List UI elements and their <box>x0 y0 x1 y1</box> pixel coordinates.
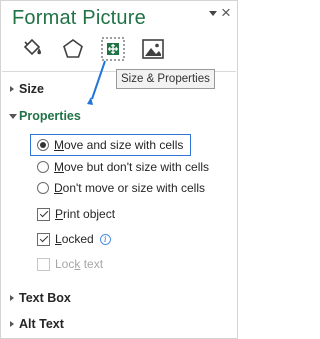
info-icon[interactable]: i <box>99 233 111 245</box>
radio-move-and-size[interactable] <box>37 139 49 151</box>
section-properties[interactable]: Properties <box>19 109 81 123</box>
expand-size-icon[interactable] <box>10 86 14 92</box>
collapse-properties-icon[interactable] <box>9 114 17 119</box>
checkbox-lock-text <box>37 257 50 271</box>
option-label: Lock text <box>55 257 104 271</box>
option-label: Locked <box>55 232 94 246</box>
checkbox-print-object[interactable] <box>37 207 50 221</box>
option-lock-text: Lock text <box>37 255 103 273</box>
option-move-no-size[interactable]: Move but don't size with cells <box>37 158 209 176</box>
section-size[interactable]: Size <box>19 82 44 96</box>
option-label: Move and size with cells <box>54 138 184 152</box>
section-alt-text[interactable]: Alt Text <box>19 317 64 331</box>
radio-move-no-size[interactable] <box>37 161 49 173</box>
format-picture-pane: Format Picture × Size & Properties Size … <box>0 0 238 339</box>
option-label: Move but don't size with cells <box>54 160 210 174</box>
expand-alttext-icon[interactable] <box>10 321 14 327</box>
option-locked[interactable]: Locked i <box>37 230 111 248</box>
expand-textbox-icon[interactable] <box>10 295 14 301</box>
option-label: Print object <box>55 207 116 221</box>
option-dont-move[interactable]: Don't move or size with cells <box>37 179 205 197</box>
radio-dont-move[interactable] <box>37 182 49 194</box>
size-properties-tooltip: Size & Properties <box>116 69 215 89</box>
option-label: Don't move or size with cells <box>54 181 206 195</box>
option-move-and-size[interactable]: Move and size with cells <box>37 136 183 154</box>
checkbox-locked[interactable] <box>37 232 50 246</box>
section-text-box[interactable]: Text Box <box>19 291 71 305</box>
option-print-object[interactable]: Print object <box>37 205 115 223</box>
